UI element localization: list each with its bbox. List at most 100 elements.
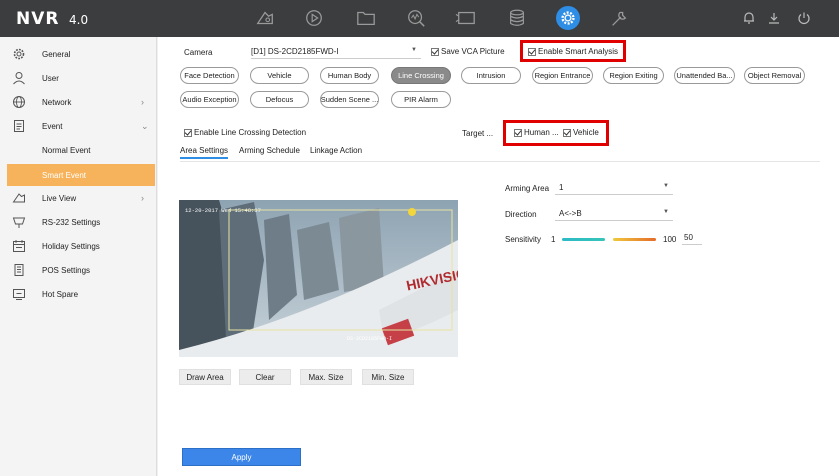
save-vca-picture-checkbox[interactable]: Save VCA Picture	[431, 47, 505, 56]
sidebar-item-hot-spare[interactable]: Hot Spare	[0, 283, 157, 305]
clear-button[interactable]: Clear	[239, 369, 291, 385]
sensitivity-min-label: 1	[551, 235, 556, 244]
sidebar-item-user[interactable]: User	[0, 67, 157, 89]
enable-line-crossing-label: Enable Line Crossing Detection	[194, 128, 307, 137]
rs232-icon	[12, 217, 26, 228]
tab-arming-schedule[interactable]: Arming Schedule	[239, 146, 300, 155]
event-human-body[interactable]: Human Body	[320, 67, 379, 84]
event-region-entrance[interactable]: Region Entrance	[532, 67, 593, 84]
globe-icon	[13, 96, 25, 108]
chevron-right-icon: ›	[141, 97, 144, 107]
sidebar-item-normal-event[interactable]: Normal Event	[0, 139, 157, 161]
configuration-icon[interactable]	[556, 7, 580, 29]
event-vehicle[interactable]: Vehicle	[250, 67, 309, 84]
direction-label: Direction	[505, 210, 537, 219]
checkbox-checked-icon	[563, 128, 571, 137]
tab-area-settings[interactable]: Area Settings	[180, 146, 229, 159]
event-sudden-scene-change[interactable]: Sudden Scene ...	[320, 91, 379, 108]
event-face-detection[interactable]: Face Detection	[180, 67, 239, 84]
event-intrusion[interactable]: Intrusion	[461, 67, 521, 84]
target-vehicle-label: Vehicle	[573, 128, 599, 137]
app-logo: NVR	[16, 9, 60, 29]
camera-scene-image: HIKVISION 12-20-2017 Wed 15:48:37 DS-2CD…	[179, 200, 458, 357]
sidebar: General User Network › Event ⌄ Normal Ev…	[0, 37, 157, 476]
sidebar-item-label: General	[42, 49, 71, 59]
sidebar-item-label: User	[42, 73, 59, 83]
playback-icon[interactable]	[302, 7, 326, 29]
sidebar-item-label: RS-232 Settings	[42, 217, 101, 227]
alarm-bell-icon[interactable]	[742, 11, 756, 25]
sidebar-item-label: POS Settings	[42, 265, 91, 275]
sidebar-item-label: Network	[42, 97, 72, 107]
sensitivity-slider-track-high[interactable]	[613, 238, 656, 241]
smart-analysis-icon[interactable]	[404, 7, 428, 29]
target-human-label: Human ...	[524, 128, 559, 137]
arming-area-label: Arming Area	[505, 184, 550, 193]
line-marker-icon[interactable]	[408, 208, 416, 216]
sidebar-item-label: Live View	[42, 193, 77, 203]
arming-area-value: 1	[559, 183, 564, 192]
video-osd-camera-name: DS-2CD2185FWD-I	[347, 336, 392, 342]
min-size-button[interactable]: Min. Size	[362, 369, 414, 385]
sidebar-item-live-view[interactable]: Live View ›	[0, 187, 157, 209]
event-audio-exception[interactable]: Audio Exception	[180, 91, 239, 108]
direction-select[interactable]: A<->B ▼	[555, 207, 673, 221]
sidebar-item-label: Smart Event	[42, 170, 87, 180]
event-pir-alarm[interactable]: PIR Alarm	[391, 91, 451, 108]
sidebar-item-network[interactable]: Network ›	[0, 91, 157, 113]
sidebar-item-smart-event[interactable]: Smart Event	[7, 164, 155, 186]
target-human-checkbox[interactable]: Human ...	[514, 128, 559, 137]
arming-area-select[interactable]: 1 ▼	[555, 181, 673, 195]
dropdown-arrow-icon: ▼	[663, 209, 669, 215]
sidebar-item-event[interactable]: Event ⌄	[0, 115, 157, 137]
sidebar-item-holiday-settings[interactable]: Holiday Settings	[0, 235, 157, 257]
sidebar-item-label: Holiday Settings	[42, 241, 100, 251]
sidebar-item-label: Normal Event	[42, 145, 91, 155]
maintenance-icon[interactable]	[607, 7, 631, 29]
file-management-icon[interactable]	[354, 7, 378, 29]
sensitivity-label: Sensitivity	[505, 235, 542, 244]
power-icon[interactable]	[797, 11, 811, 25]
event-unattended-baggage[interactable]: Unattended Ba...	[674, 67, 735, 84]
enable-smart-analysis-checkbox[interactable]: Enable Smart Analysis	[528, 47, 618, 56]
sidebar-item-general[interactable]: General	[0, 43, 157, 65]
camera-select-value: [D1] DS-2CD2185FWD-I	[251, 47, 339, 56]
event-object-removal[interactable]: Object Removal	[744, 67, 805, 84]
sidebar-item-rs232-settings[interactable]: RS-232 Settings	[0, 211, 157, 233]
chevron-down-icon: ⌄	[141, 120, 149, 131]
apply-button[interactable]: Apply	[182, 448, 301, 466]
camera-icon[interactable]	[454, 7, 478, 29]
direction-value: A<->B	[559, 209, 582, 218]
pos-icon	[14, 264, 24, 276]
event-defocus[interactable]: Defocus	[250, 91, 309, 108]
main-panel: Camera [D1] DS-2CD2185FWD-I ▼ Save VCA P…	[158, 37, 839, 476]
sensitivity-slider-track-low[interactable]	[562, 238, 605, 241]
event-line-crossing[interactable]: Line Crossing	[391, 67, 451, 84]
enable-line-crossing-checkbox[interactable]: Enable Line Crossing Detection	[184, 128, 306, 137]
max-size-button[interactable]: Max. Size	[300, 369, 352, 385]
checkbox-checked-icon	[184, 128, 192, 137]
live-view-icon[interactable]	[253, 7, 277, 29]
event-region-exiting[interactable]: Region Exiting	[603, 67, 664, 84]
enable-smart-analysis-label: Enable Smart Analysis	[538, 47, 619, 56]
camera-select[interactable]: [D1] DS-2CD2185FWD-I ▼	[251, 45, 421, 59]
download-icon[interactable]	[767, 11, 781, 25]
event-icon	[14, 120, 24, 132]
draw-area-button[interactable]: Draw Area	[179, 369, 231, 385]
target-vehicle-checkbox[interactable]: Vehicle	[563, 128, 599, 137]
user-icon	[13, 72, 25, 85]
checkbox-checked-icon	[528, 47, 536, 56]
calendar-icon	[13, 240, 25, 252]
storage-icon[interactable]	[505, 7, 529, 29]
sensitivity-value-input[interactable]: 50	[682, 233, 702, 245]
video-preview[interactable]: HIKVISION 12-20-2017 Wed 15:48:37 DS-2CD…	[179, 200, 458, 357]
checkbox-checked-icon	[514, 128, 522, 137]
tab-linkage-action[interactable]: Linkage Action	[310, 146, 362, 155]
top-bar: NVR 4.0	[0, 0, 839, 37]
checkbox-checked-icon	[431, 47, 439, 56]
sidebar-item-label: Event	[42, 121, 63, 131]
sidebar-item-pos-settings[interactable]: POS Settings	[0, 259, 157, 281]
sensitivity-max-label: 100	[663, 235, 677, 244]
camera-label: Camera	[184, 48, 213, 57]
dropdown-arrow-icon: ▼	[411, 47, 417, 53]
